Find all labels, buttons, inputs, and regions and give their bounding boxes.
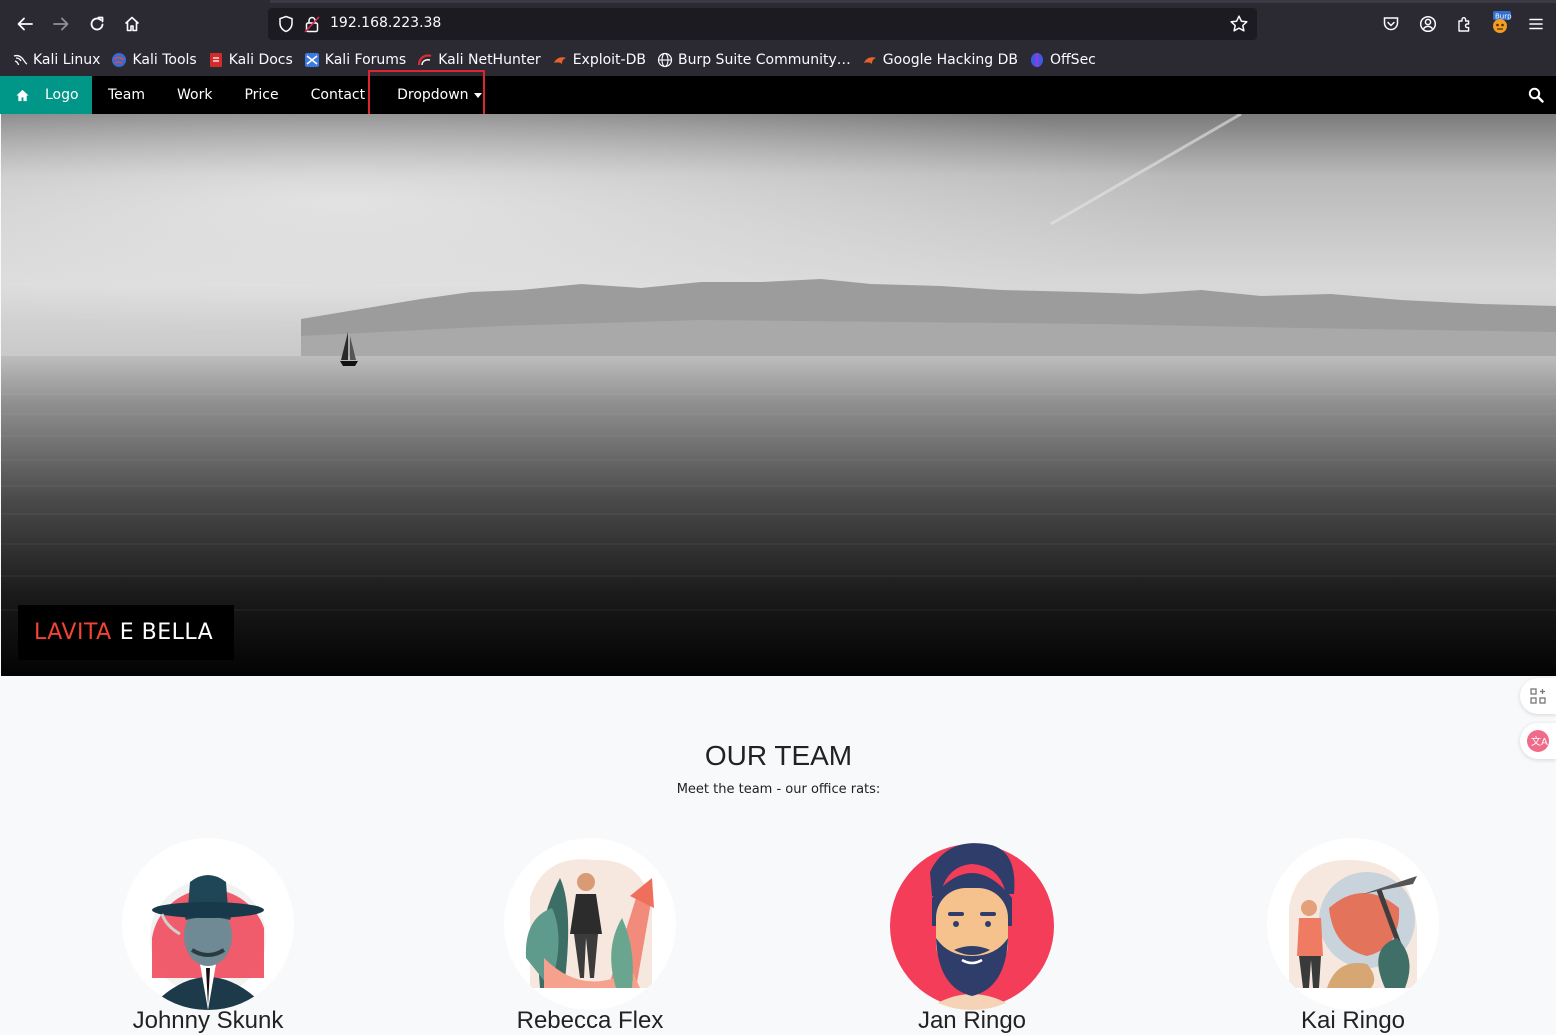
reload-icon bbox=[90, 16, 104, 31]
team-subtitle: Meet the team - our office rats: bbox=[676, 782, 881, 797]
svg-text:文A: 文A bbox=[1531, 735, 1548, 748]
globe-icon bbox=[657, 52, 673, 68]
bookmark-label: Google Hacking DB bbox=[882, 52, 1019, 68]
team-member-card: Johnny Skunk bbox=[122, 838, 294, 1034]
bookmark-label: Burp Suite Community… bbox=[677, 52, 851, 68]
exploit-db-icon bbox=[553, 57, 566, 64]
shield-icon[interactable] bbox=[277, 15, 295, 33]
bookmark-offsec[interactable]: OffSec bbox=[1029, 52, 1096, 68]
bookmark-kali-forums[interactable]: Kali Forums bbox=[304, 52, 406, 68]
team-member-card: Jan Ringo bbox=[886, 838, 1058, 1034]
home-icon bbox=[16, 89, 29, 101]
team-member-name: Kai Ringo bbox=[1300, 1007, 1406, 1034]
bookmark-burp-suite[interactable]: Burp Suite Community… bbox=[657, 52, 851, 68]
ghdb-icon bbox=[863, 57, 876, 64]
team-member-card: Kai Ringo bbox=[1267, 838, 1439, 1034]
nav-item-price[interactable]: Price bbox=[228, 76, 294, 114]
bookmark-label: Kali Forums bbox=[324, 52, 407, 68]
extensions-icon[interactable] bbox=[1455, 15, 1473, 33]
avatar bbox=[504, 838, 676, 1010]
translate-icon: 文A bbox=[1527, 730, 1549, 752]
team-member-name: Jan Ringo bbox=[917, 1007, 1027, 1034]
bearded-man-illustration bbox=[890, 843, 1054, 1010]
bookmark-kali-tools[interactable]: Kali Tools bbox=[111, 52, 197, 68]
kali-dragon-icon bbox=[13, 54, 28, 66]
nav-item-team[interactable]: Team bbox=[92, 76, 161, 114]
account-icon[interactable] bbox=[1419, 15, 1437, 33]
burp-extension-icon[interactable]: Burp bbox=[1490, 11, 1512, 35]
bookmark-kali-linux[interactable]: Kali Linux bbox=[12, 52, 100, 68]
avatar bbox=[886, 838, 1058, 1010]
gangster-illustration bbox=[150, 875, 266, 1010]
avatar bbox=[122, 838, 294, 1010]
bookmark-kali-docs[interactable]: Kali Docs bbox=[208, 52, 293, 68]
bookmark-label: Kali Docs bbox=[228, 52, 293, 68]
bookmark-exploit-db[interactable]: Exploit-DB bbox=[552, 52, 646, 68]
hero-image: LAVITA E BELLA bbox=[1, 114, 1556, 676]
seascape-illustration bbox=[1, 114, 1556, 676]
team-member-name: Rebecca Flex bbox=[516, 1007, 664, 1034]
bookmark-label: Kali Tools bbox=[132, 52, 197, 68]
mining-illustration bbox=[1289, 859, 1417, 988]
avatar bbox=[1267, 838, 1439, 1010]
kali-docs-icon bbox=[209, 53, 222, 67]
pocket-icon[interactable] bbox=[1382, 15, 1400, 33]
back-button[interactable] bbox=[11, 10, 39, 38]
bookmark-label: OffSec bbox=[1050, 52, 1096, 68]
arrow-left-icon bbox=[17, 17, 33, 31]
forward-button[interactable] bbox=[47, 10, 75, 38]
hero-caption: LAVITA E BELLA bbox=[18, 605, 234, 660]
nav-logo-link[interactable]: Logo bbox=[0, 76, 92, 114]
arrow-right-icon bbox=[53, 17, 69, 31]
grid-plus-icon bbox=[1530, 688, 1546, 704]
home-button[interactable] bbox=[118, 10, 146, 38]
hero-caption-red: LAVITA bbox=[34, 620, 112, 645]
kali-tools-icon bbox=[112, 53, 127, 67]
home-icon bbox=[124, 16, 140, 32]
growth-arrow-illustration bbox=[525, 859, 654, 988]
tab-strip bbox=[270, 0, 1556, 3]
nav-logo-label: Logo bbox=[45, 87, 79, 103]
hero-caption-white: E BELLA bbox=[119, 620, 214, 645]
lock-icon[interactable] bbox=[304, 15, 320, 33]
kali-forums-icon bbox=[304, 53, 319, 67]
offsec-icon bbox=[1031, 53, 1044, 67]
qr-tool-button[interactable] bbox=[1520, 678, 1556, 714]
browser-chrome: 192.168.223.38 Burp Kali Linux Kali Tool… bbox=[0, 0, 1556, 76]
svg-text:Burp: Burp bbox=[1495, 13, 1512, 21]
bookmark-star-icon[interactable] bbox=[1229, 14, 1249, 34]
bookmark-google-hacking-db[interactable]: Google Hacking DB bbox=[862, 52, 1018, 68]
bookmark-label: Kali NetHunter bbox=[438, 52, 541, 68]
url-text[interactable]: 192.168.223.38 bbox=[330, 15, 441, 31]
menu-icon[interactable] bbox=[1527, 15, 1545, 33]
bookmarks-toolbar: Kali Linux Kali Tools Kali Docs Kali For… bbox=[0, 46, 1556, 74]
reload-button[interactable] bbox=[83, 10, 111, 38]
team-member-card: Rebecca Flex bbox=[504, 838, 676, 1034]
search-icon[interactable] bbox=[1528, 87, 1544, 103]
site-navbar: Logo Team Work Price Contact Dropdown bbox=[0, 76, 1556, 114]
team-section: OUR TEAM Meet the team - our office rats… bbox=[1, 676, 1556, 1034]
nethunter-icon bbox=[418, 54, 432, 66]
nav-item-work[interactable]: Work bbox=[161, 76, 228, 114]
translate-button[interactable]: 文A bbox=[1520, 723, 1556, 759]
team-member-name: Johnny Skunk bbox=[132, 1007, 284, 1034]
team-title: OUR TEAM bbox=[704, 740, 853, 771]
bookmark-kali-nethunter[interactable]: Kali NetHunter bbox=[417, 52, 541, 68]
bookmark-label: Exploit-DB bbox=[572, 52, 646, 68]
url-bar[interactable]: 192.168.223.38 bbox=[268, 8, 1257, 40]
bookmark-label: Kali Linux bbox=[33, 52, 101, 68]
